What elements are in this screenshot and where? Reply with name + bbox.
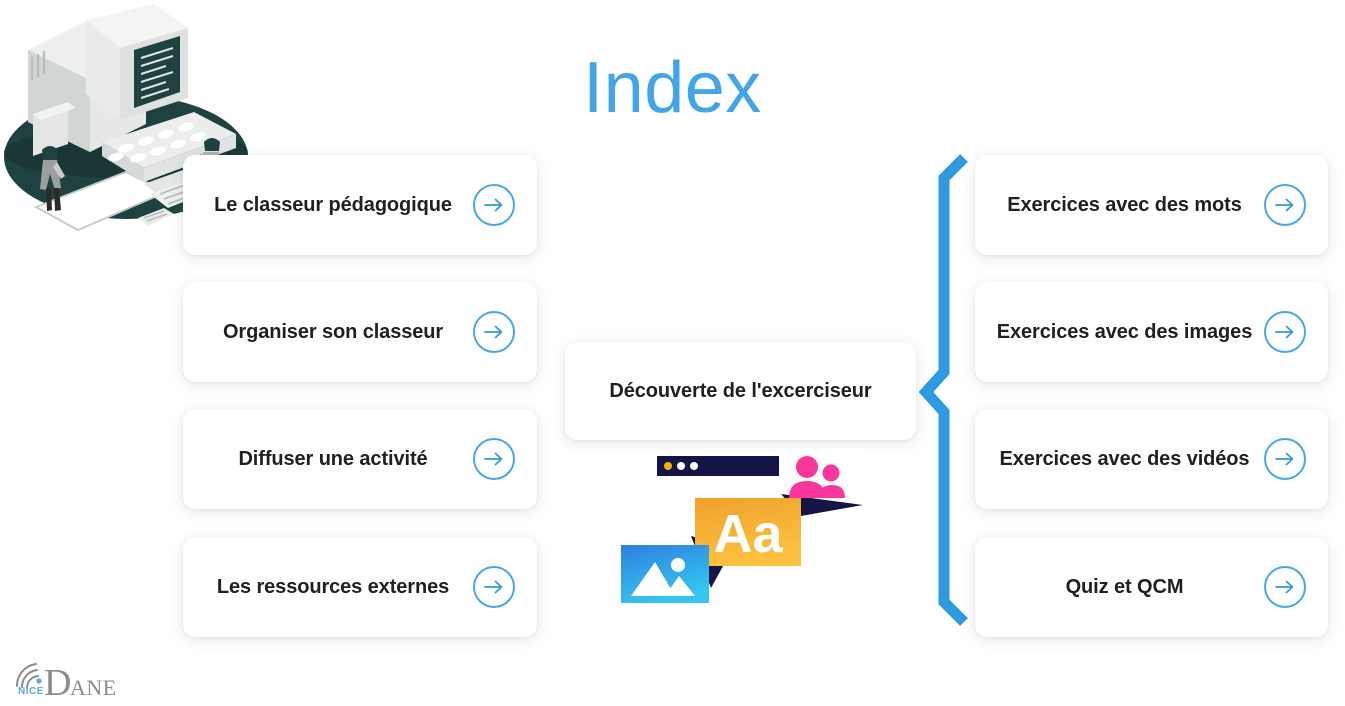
- card-organiser-son-classeur[interactable]: Organiser son classeur: [183, 282, 537, 382]
- card-label: Exercices avec des images: [996, 320, 1253, 343]
- arrow-right-circle-icon[interactable]: [473, 438, 515, 480]
- arrow-right-circle-icon[interactable]: [473, 566, 515, 608]
- card-le-classeur-pedagogique[interactable]: Le classeur pédagogique: [183, 155, 537, 255]
- card-label: Exercices avec des vidéos: [999, 447, 1250, 470]
- page-title: Index: [583, 48, 762, 128]
- card-label: Exercices avec des mots: [1007, 193, 1242, 216]
- logo-big-letter: D: [44, 662, 71, 698]
- card-exercices-avec-des-images[interactable]: Exercices avec des images: [975, 282, 1328, 382]
- wifi-dot-icon: [36, 678, 42, 684]
- arrow-right-circle-icon[interactable]: [1264, 566, 1306, 608]
- card-les-ressources-externes[interactable]: Les ressources externes: [183, 537, 537, 637]
- arrow-right-circle-icon[interactable]: [1264, 438, 1306, 480]
- card-diffuser-une-activite[interactable]: Diffuser une activité: [183, 409, 537, 509]
- card-decouverte-de-l-excerciseur[interactable]: Découverte de l'excerciseur: [565, 342, 916, 440]
- dane-nice-logo: NICE D ANE: [8, 656, 118, 704]
- logo-small-text: NICE: [18, 686, 44, 697]
- arrow-right-circle-icon[interactable]: [1264, 311, 1306, 353]
- arrow-right-circle-icon[interactable]: [473, 184, 515, 226]
- wifi-arc-icon: [15, 663, 39, 689]
- card-label: Organiser son classeur: [222, 320, 444, 343]
- card-label: Diffuser une activité: [238, 447, 428, 470]
- card-label: Le classeur pédagogique: [214, 193, 452, 216]
- logo-rest-text: ANE: [70, 675, 117, 698]
- text-card-label: Aa: [713, 504, 783, 564]
- card-exercices-avec-des-mots[interactable]: Exercices avec des mots: [975, 155, 1328, 255]
- curly-brace-icon: [918, 150, 978, 630]
- card-exercices-avec-des-videos[interactable]: Exercices avec des vidéos: [975, 409, 1328, 509]
- card-label: Les ressources externes: [216, 575, 450, 598]
- card-label: Quiz et QCM: [1065, 575, 1184, 598]
- card-label: Découverte de l'excerciseur: [609, 379, 872, 402]
- slide-canvas: Index Le classeur pédagogique Organiser …: [0, 0, 1345, 706]
- media-types-illustration: Aa: [615, 448, 880, 618]
- arrow-right-circle-icon[interactable]: [473, 311, 515, 353]
- card-quiz-et-qcm[interactable]: Quiz et QCM: [975, 537, 1328, 637]
- arrow-right-circle-icon[interactable]: [1264, 184, 1306, 226]
